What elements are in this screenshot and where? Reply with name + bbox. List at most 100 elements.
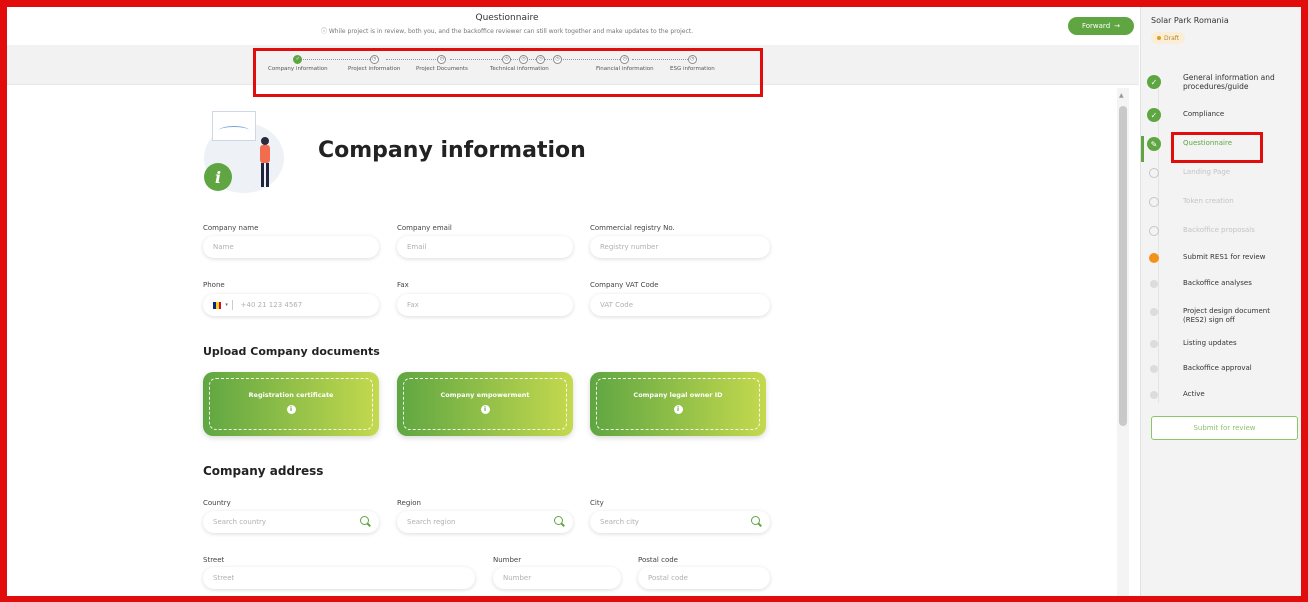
sidebar-item-label: Landing Page — [1183, 168, 1231, 176]
region-field[interactable] — [397, 511, 573, 533]
postal-code-field[interactable] — [638, 567, 770, 589]
city-field[interactable] — [590, 511, 770, 533]
upload-label: Company empowerment — [440, 391, 530, 399]
phone-label: Phone — [203, 281, 225, 289]
sidebar-item-label: Listing updates — [1183, 339, 1237, 347]
future-dot-icon — [1150, 308, 1158, 316]
clock-icon — [1149, 197, 1159, 207]
search-icon[interactable] — [360, 516, 369, 525]
company-name-label: Company name — [203, 224, 259, 232]
street-input[interactable] — [213, 574, 475, 582]
registry-field[interactable] — [590, 236, 770, 258]
info-icon[interactable]: i — [286, 405, 296, 414]
upload-legal-owner-id[interactable]: Company legal owner ID i — [590, 372, 766, 436]
postal-code-input[interactable] — [648, 574, 770, 582]
chevron-down-icon[interactable]: ▾ — [225, 302, 228, 308]
registry-input[interactable] — [600, 243, 770, 251]
chart-board-icon — [212, 111, 256, 141]
company-illustration: i — [196, 103, 296, 193]
company-email-input[interactable] — [407, 243, 573, 251]
arrow-right-icon: → — [1114, 22, 1121, 30]
number-field[interactable] — [493, 567, 621, 589]
vat-input[interactable] — [600, 301, 770, 309]
search-icon[interactable] — [751, 516, 760, 525]
sidebar-item-label: Backoffice approval — [1183, 364, 1252, 372]
vat-field[interactable] — [590, 294, 770, 316]
page-title: Company information — [318, 138, 586, 163]
fax-field[interactable] — [397, 294, 573, 316]
scroll-up-icon[interactable]: ▲ — [1119, 92, 1124, 99]
upload-company-empowerment[interactable]: Company empowerment i — [397, 372, 573, 436]
divider — [231, 300, 233, 310]
forward-label: Forward — [1081, 22, 1111, 30]
upload-registration-certificate[interactable]: Registration certificate i — [203, 372, 379, 436]
city-label: City — [590, 499, 604, 507]
phone-field[interactable]: ▾ — [203, 294, 379, 316]
info-icon: i — [204, 163, 232, 191]
upload-dropzone[interactable]: Registration certificate i — [209, 378, 373, 430]
romania-flag-icon[interactable] — [213, 301, 222, 309]
vat-label: Company VAT Code — [590, 281, 659, 289]
submit-for-review-button[interactable]: Submit for review — [1151, 416, 1298, 440]
status-badge: Draft — [1151, 32, 1186, 44]
sidebar-item-label: Backoffice proposals — [1183, 226, 1255, 234]
header: Questionnaire ⓘ While project is in revi… — [7, 7, 1139, 45]
number-input[interactable] — [503, 574, 621, 582]
region-label: Region — [397, 499, 421, 507]
search-icon[interactable] — [554, 516, 563, 525]
project-sidebar: Solar Park Romania Draft ✓ General infor… — [1140, 7, 1301, 596]
info-icon[interactable]: i — [480, 405, 490, 414]
upload-dropzone[interactable]: Company legal owner ID i — [596, 378, 760, 430]
review-note: ⓘ While project is in review, both you, … — [320, 28, 694, 35]
sidebar-item-label: Active — [1183, 390, 1205, 398]
person-icon — [258, 137, 272, 189]
region-search-input[interactable] — [407, 518, 573, 526]
street-field[interactable] — [203, 567, 475, 589]
project-name: Solar Park Romania — [1151, 16, 1229, 25]
company-email-label: Company email — [397, 224, 452, 232]
steps-highlight-box — [253, 48, 763, 97]
country-search-input[interactable] — [213, 518, 379, 526]
phone-input[interactable] — [240, 301, 379, 309]
pending-dot-icon — [1149, 253, 1159, 263]
street-label: Street — [203, 556, 225, 564]
future-dot-icon — [1150, 365, 1158, 373]
highlight-frame-bottom — [0, 596, 1308, 602]
postal-code-label: Postal code — [638, 556, 678, 564]
status-dot-icon — [1157, 36, 1161, 40]
company-email-field[interactable] — [397, 236, 573, 258]
fax-input[interactable] — [407, 301, 573, 309]
scrollbar[interactable]: ▲ — [1117, 88, 1129, 596]
sidebar-item-label: General information and procedures/guide — [1183, 73, 1275, 91]
country-label: Country — [203, 499, 231, 507]
upload-label: Company legal owner ID — [633, 391, 723, 399]
fax-label: Fax — [397, 281, 409, 289]
upload-label: Registration certificate — [248, 391, 334, 399]
check-icon: ✓ — [1147, 108, 1161, 122]
number-label: Number — [493, 556, 522, 564]
timeline-line — [1158, 83, 1159, 403]
clock-icon — [1149, 168, 1159, 178]
clock-icon — [1149, 226, 1159, 236]
sidebar-item-label: Submit RES1 for review — [1183, 253, 1266, 261]
forward-button[interactable]: Forward → — [1068, 17, 1134, 35]
sidebar-item-label: Backoffice analyses — [1183, 279, 1252, 287]
country-field[interactable] — [203, 511, 379, 533]
city-search-input[interactable] — [600, 518, 770, 526]
sidebar-item-label: Project design document (RES2) sign off — [1183, 307, 1270, 324]
page-header-title: Questionnaire — [475, 13, 539, 23]
company-name-field[interactable] — [203, 236, 379, 258]
info-icon[interactable]: i — [673, 405, 683, 414]
scrollbar-thumb[interactable] — [1119, 106, 1127, 426]
future-dot-icon — [1150, 280, 1158, 288]
future-dot-icon — [1150, 340, 1158, 348]
sidebar-item-label: Compliance — [1183, 110, 1225, 118]
company-address-heading: Company address — [203, 464, 324, 478]
questionnaire-highlight-box — [1171, 132, 1263, 163]
status-text: Draft — [1164, 34, 1180, 42]
future-dot-icon — [1150, 391, 1158, 399]
upload-dropzone[interactable]: Company empowerment i — [403, 378, 567, 430]
company-name-input[interactable] — [213, 243, 379, 251]
check-icon: ✓ — [1147, 75, 1161, 89]
upload-documents-heading: Upload Company documents — [203, 345, 380, 358]
